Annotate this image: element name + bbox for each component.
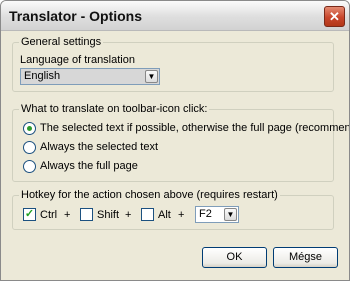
ctrl-checkbox[interactable]: ✓ [23, 208, 36, 221]
general-settings-legend: General settings [19, 36, 104, 48]
dialog-title: Translator - Options [9, 8, 143, 24]
hotkey-legend: Hotkey for the action chosen above (requ… [19, 189, 280, 201]
hotkey-key-select[interactable]: F2 ▼ [195, 206, 239, 223]
cancel-button[interactable]: Mégse [273, 247, 338, 268]
language-select[interactable]: English ▼ [20, 68, 160, 85]
shift-checkbox[interactable] [80, 208, 93, 221]
radio-label-always-selected: Always the selected text [40, 141, 159, 153]
alt-checkbox[interactable] [141, 208, 154, 221]
radio-always-full[interactable] [23, 160, 36, 173]
plus-sign: + [64, 209, 71, 221]
close-icon[interactable]: ✕ [324, 6, 345, 27]
ok-button[interactable]: OK [202, 247, 267, 268]
hotkey-group: Hotkey for the action chosen above (requ… [12, 189, 334, 230]
plus-sign: + [125, 209, 132, 221]
ctrl-label: Ctrl [40, 209, 58, 221]
radio-always-selected[interactable] [23, 141, 36, 154]
radio-label-always-full: Always the full page [40, 160, 138, 172]
title-bar[interactable]: Translator - Options ✕ [1, 1, 349, 31]
hotkey-key-value: F2 [199, 208, 212, 220]
language-label: Language of translation [20, 54, 135, 66]
chevron-down-icon[interactable]: ▼ [145, 70, 158, 83]
shift-label: Shift [97, 209, 120, 221]
radio-selected-or-full[interactable] [23, 122, 36, 135]
language-value: English [24, 70, 61, 82]
translate-mode-legend: What to translate on toolbar-icon click: [19, 103, 210, 115]
options-dialog: Translator - Options ✕ General settings … [0, 0, 350, 281]
alt-label: Alt [158, 209, 171, 221]
chevron-down-icon[interactable]: ▼ [224, 208, 237, 221]
plus-sign: + [178, 209, 185, 221]
radio-label-selected-or-full: The selected text if possible, otherwise… [40, 122, 350, 134]
